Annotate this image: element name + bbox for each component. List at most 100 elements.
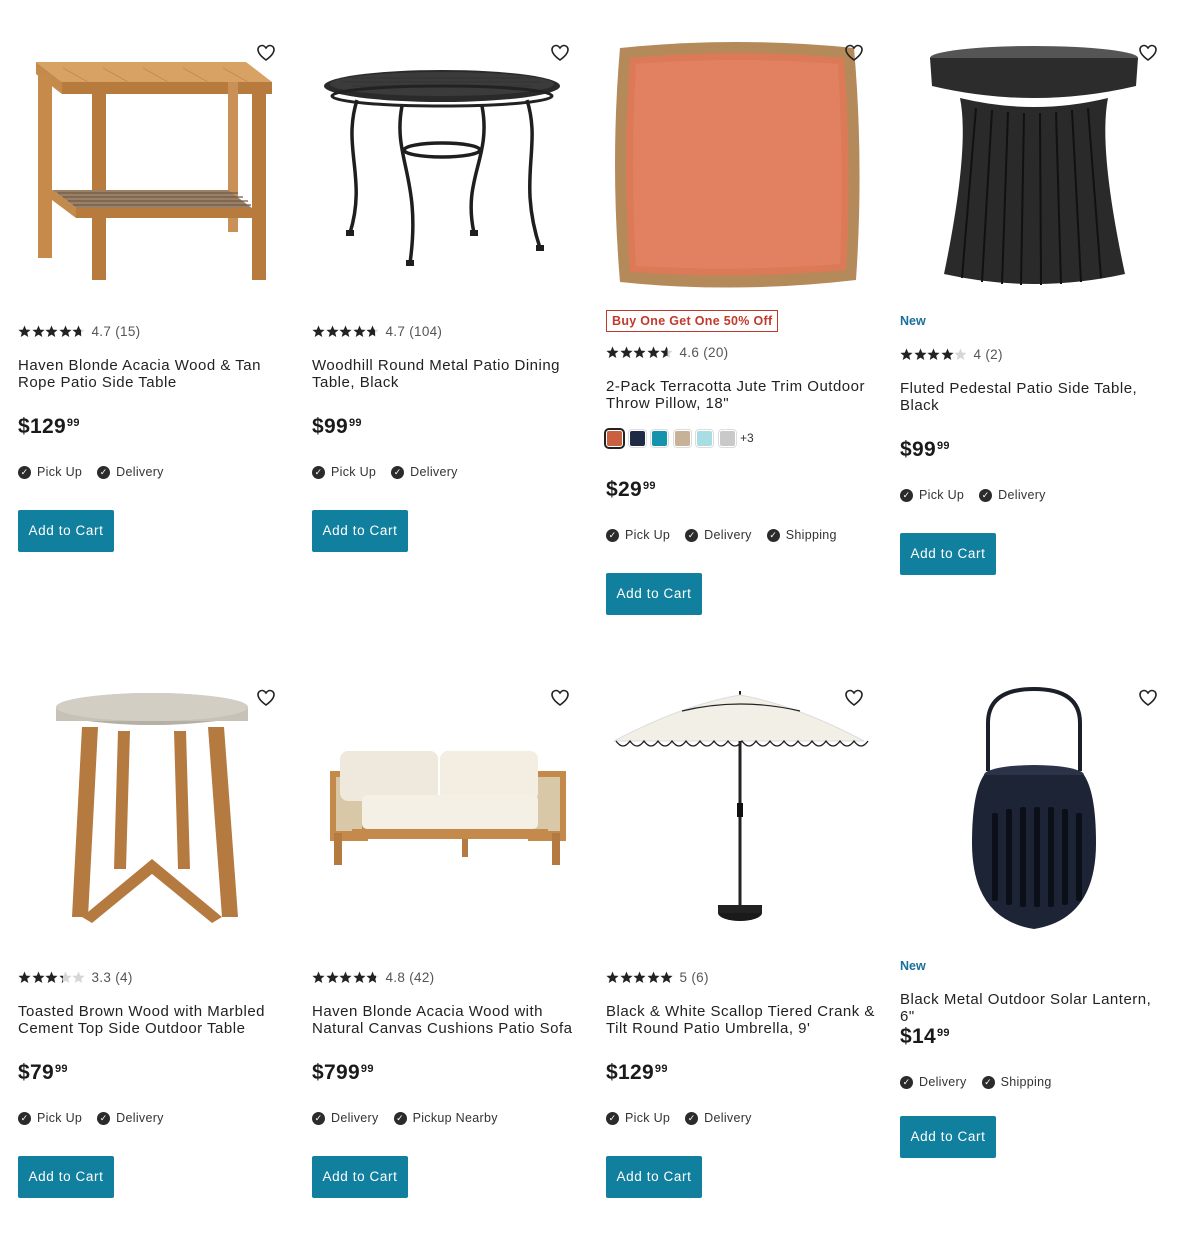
- product-title[interactable]: Black & White Scallop Tiered Crank & Til…: [606, 1003, 876, 1037]
- star-icon: [913, 348, 927, 360]
- star-icon: [366, 325, 379, 337]
- product-image-pedestal-table[interactable]: [900, 38, 1170, 303]
- add-to-cart-button[interactable]: Add to Cart: [18, 510, 114, 552]
- product-price: $2999: [606, 478, 656, 501]
- star-icon: [325, 971, 339, 983]
- color-swatch[interactable]: [628, 429, 646, 447]
- star-icon: [646, 346, 660, 358]
- more-colors-link[interactable]: +3: [740, 431, 754, 445]
- check-icon: ✓: [900, 488, 913, 502]
- product-image-throw-pillow[interactable]: [606, 38, 876, 303]
- product-image-side-table[interactable]: [18, 38, 288, 303]
- fulfillment-options: ✓ Pick Up ✓ Delivery: [18, 464, 288, 480]
- product-title[interactable]: Haven Blonde Acacia Wood with Natural Ca…: [312, 1003, 582, 1037]
- star-icon: [312, 325, 325, 337]
- product-rating: 4.7 (104): [312, 323, 582, 339]
- fulfillment-options: ✓ Delivery ✓ Shipping: [900, 1074, 1170, 1090]
- star-icon: [325, 325, 339, 337]
- favorite-heart-icon[interactable]: [256, 43, 276, 63]
- product-image-cement-top-table[interactable]: [18, 683, 288, 948]
- star-icon: [352, 971, 366, 983]
- product-image-solar-lantern[interactable]: [900, 683, 1170, 948]
- add-to-cart-button[interactable]: Add to Cart: [900, 1116, 996, 1158]
- product-image-patio-sofa[interactable]: [312, 683, 582, 948]
- star-rating-icon: [312, 971, 380, 984]
- fulfillment-options: ✓ Pick Up ✓ Delivery: [18, 1110, 288, 1126]
- product-rating: 4.7 (15): [18, 323, 288, 339]
- product-title[interactable]: Fluted Pedestal Patio Side Table, Black: [900, 380, 1170, 414]
- fulfillment-option: ✓ Delivery: [685, 1111, 752, 1125]
- check-icon: ✓: [979, 488, 993, 502]
- rating-count: 4.7 (15): [91, 323, 141, 339]
- favorite-heart-icon[interactable]: [550, 688, 570, 708]
- star-icon: [72, 325, 85, 337]
- product-title[interactable]: Haven Blonde Acacia Wood & Tan Rope Pati…: [18, 357, 288, 391]
- fulfillment-option: ✓ Pick Up: [18, 1111, 82, 1125]
- fulfillment-option: ✓ Delivery: [900, 1075, 967, 1089]
- rating-count: 4.7 (104): [385, 323, 443, 339]
- fulfillment-option: ✓ Shipping: [766, 528, 837, 542]
- star-rating-icon: [312, 325, 380, 338]
- star-rating-icon: [606, 346, 674, 359]
- color-swatch[interactable]: [673, 429, 691, 447]
- star-icon: [900, 348, 913, 360]
- favorite-heart-icon[interactable]: [844, 43, 864, 63]
- check-icon: ✓: [97, 1111, 111, 1125]
- star-icon: [940, 348, 954, 360]
- rating-count: 4 (2): [973, 346, 1003, 362]
- star-icon: [619, 971, 633, 983]
- product-title[interactable]: 2-Pack Terracotta Jute Trim Outdoor Thro…: [606, 378, 876, 412]
- favorite-heart-icon[interactable]: [844, 688, 864, 708]
- add-to-cart-button[interactable]: Add to Cart: [900, 533, 996, 575]
- star-rating-icon: [606, 971, 674, 984]
- add-to-cart-button[interactable]: Add to Cart: [606, 1156, 702, 1198]
- star-icon: [619, 346, 633, 358]
- product-rating: 5 (6): [606, 969, 876, 985]
- new-badge: New: [900, 959, 926, 973]
- check-icon: ✓: [766, 528, 780, 542]
- check-icon: ✓: [606, 1111, 619, 1125]
- star-icon: [31, 971, 45, 983]
- favorite-heart-icon[interactable]: [1138, 43, 1158, 63]
- star-icon: [927, 348, 940, 360]
- fulfillment-options: ✓ Pick Up ✓ Delivery: [312, 464, 582, 480]
- star-icon: [606, 971, 619, 983]
- favorite-heart-icon[interactable]: [550, 43, 570, 63]
- product-price: $9999: [900, 438, 950, 461]
- check-icon: ✓: [312, 1111, 325, 1125]
- add-to-cart-button[interactable]: Add to Cart: [312, 510, 408, 552]
- add-to-cart-button[interactable]: Add to Cart: [312, 1156, 408, 1198]
- product-title[interactable]: Black Metal Outdoor Solar Lantern, 6": [900, 991, 1170, 1025]
- product-rating: 4.8 (42): [312, 969, 582, 985]
- favorite-heart-icon[interactable]: [1138, 688, 1158, 708]
- product-image-dining-table[interactable]: [312, 38, 582, 303]
- color-swatch[interactable]: [718, 429, 736, 447]
- star-icon: [366, 971, 379, 983]
- fulfillment-option: ✓ Pick Up: [18, 465, 82, 479]
- fulfillment-option: ✓ Pick Up: [606, 1111, 670, 1125]
- color-swatch[interactable]: [696, 429, 713, 447]
- rating-count: 4.6 (20): [679, 344, 729, 360]
- fulfillment-option: ✓ Delivery: [97, 1111, 164, 1125]
- check-icon: ✓: [606, 528, 619, 542]
- star-icon: [660, 971, 673, 983]
- product-title[interactable]: Toasted Brown Wood with Marbled Cement T…: [18, 1003, 288, 1037]
- star-icon: [58, 971, 72, 983]
- favorite-heart-icon[interactable]: [256, 688, 276, 708]
- fulfillment-option: ✓ Pick Up: [606, 528, 670, 542]
- color-swatch[interactable]: [606, 429, 623, 447]
- fulfillment-option: ✓ Delivery: [312, 1111, 379, 1125]
- add-to-cart-button[interactable]: Add to Cart: [606, 573, 702, 615]
- check-icon: ✓: [391, 465, 405, 479]
- product-image-patio-umbrella[interactable]: [606, 683, 876, 948]
- star-icon: [31, 325, 45, 337]
- fulfillment-option: ✓ Shipping: [981, 1075, 1052, 1089]
- check-icon: ✓: [97, 465, 111, 479]
- color-swatch[interactable]: [651, 429, 668, 447]
- fulfillment-option: ✓ Delivery: [97, 465, 164, 479]
- star-icon: [633, 346, 646, 358]
- product-title[interactable]: Woodhill Round Metal Patio Dining Table,…: [312, 357, 582, 391]
- add-to-cart-button[interactable]: Add to Cart: [18, 1156, 114, 1198]
- star-icon: [45, 325, 58, 337]
- product-rating: 4.6 (20): [606, 344, 876, 360]
